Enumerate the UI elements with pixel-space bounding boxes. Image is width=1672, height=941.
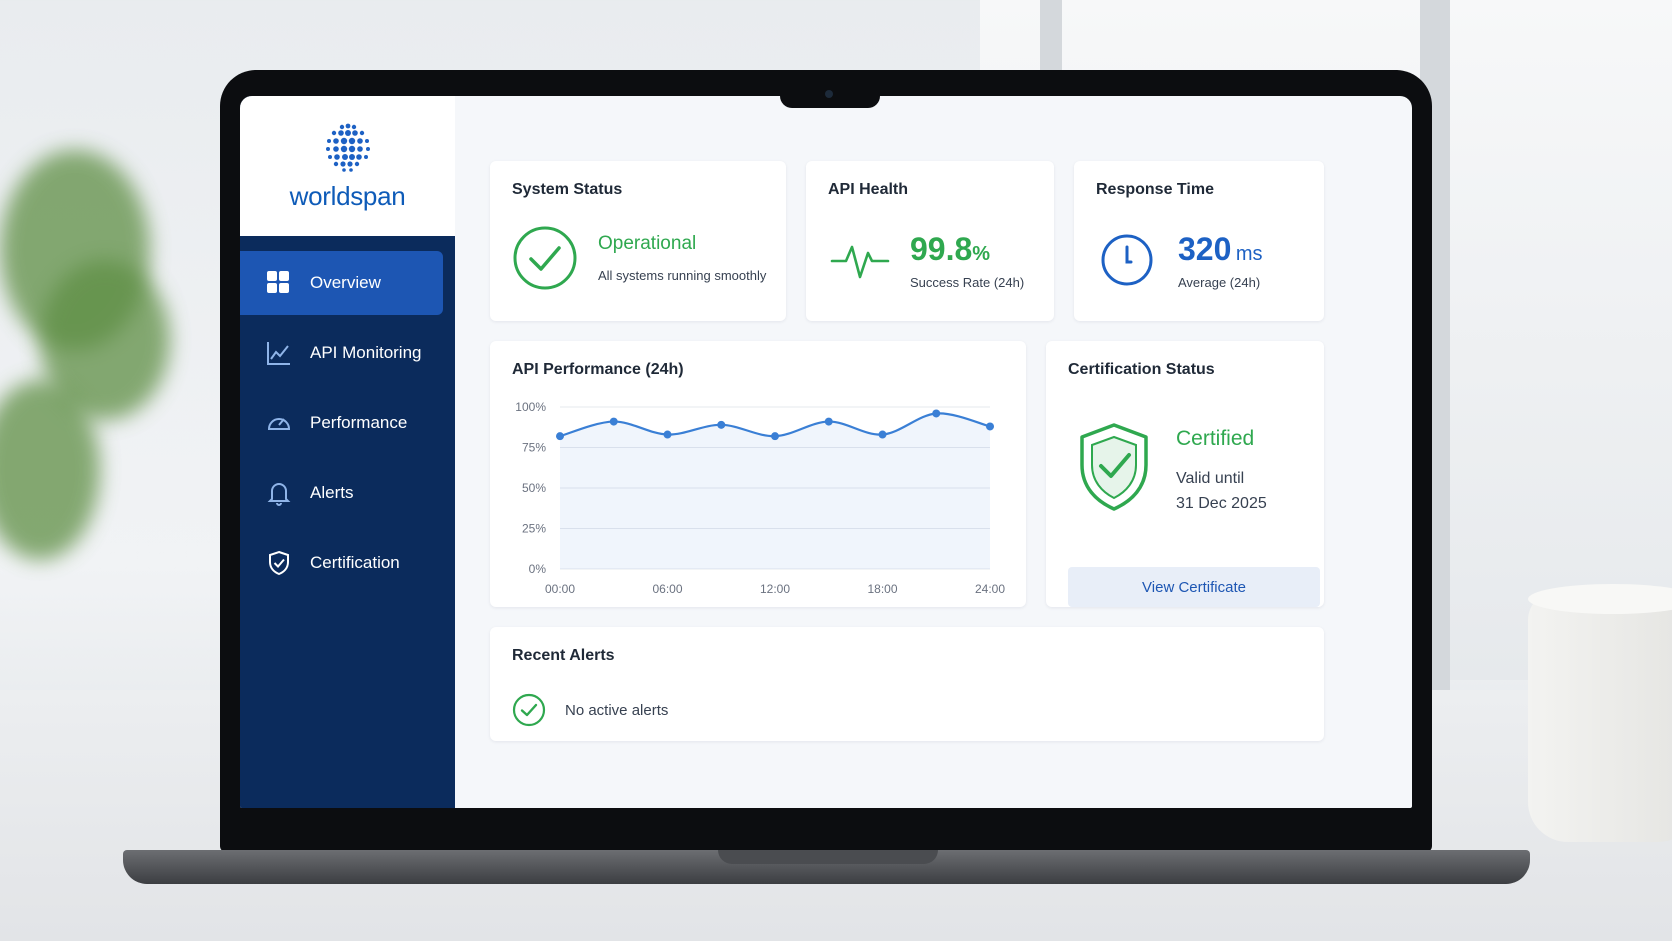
performance-chart: 100% 75% 50% 25% 0% 00:00 06:00 12:00 18:00 24:00 (515, 400, 1005, 596)
brand-logo[interactable]: worldspan (240, 96, 455, 236)
dashboard-screen: worldspan Overview API Monitoring Perfor… (240, 96, 1412, 808)
x-tick-label: 06:00 (652, 582, 682, 596)
card-title: API Health (828, 181, 909, 198)
check-circle-icon (513, 226, 577, 290)
sidebar-item-certification[interactable]: Certification (240, 531, 443, 595)
y-tick-label: 100% (515, 400, 546, 414)
system-status-card: System Status Operational All systems ru… (490, 161, 786, 321)
y-tick-label: 75% (522, 441, 546, 455)
y-tick-label: 50% (522, 481, 546, 495)
x-tick-label: 24:00 (975, 582, 1005, 596)
cert-valid-date: 31 Dec 2025 (1176, 495, 1267, 512)
sidebar-item-label: Performance (310, 413, 408, 432)
card-title: Recent Alerts (512, 647, 615, 664)
data-point (824, 417, 833, 426)
data-point (717, 420, 726, 429)
globe-icon (325, 123, 370, 172)
data-point (878, 430, 887, 439)
data-point (771, 432, 779, 441)
data-point (932, 409, 941, 418)
laptop-hinge (718, 850, 938, 864)
coffee-cup (1528, 592, 1672, 842)
response-time-card: Response Time 320 ms Average (24h) (1074, 161, 1324, 321)
pulse-icon (830, 245, 890, 279)
card-title: Response Time (1096, 181, 1214, 198)
view-certificate-button[interactable]: View Certificate (1068, 567, 1320, 607)
camera-icon (825, 90, 833, 98)
sidebar-nav: Overview API Monitoring Performance Aler… (240, 251, 455, 601)
card-title: System Status (512, 181, 623, 198)
x-tick-label: 18:00 (867, 582, 897, 596)
shield-check-icon (266, 550, 292, 576)
grid-icon (266, 270, 292, 296)
alert-message: No active alerts (565, 702, 669, 719)
sidebar: worldspan Overview API Monitoring Perfor… (240, 96, 455, 808)
brand-name: worldspan (289, 180, 406, 211)
check-circle-icon (512, 693, 546, 727)
card-title: Certification Status (1068, 361, 1215, 378)
performance-chart-card: API Performance (24h) 100% 75% 50% 25% 0% 00:… (490, 341, 1026, 607)
sidebar-item-label: Overview (310, 273, 381, 292)
certification-card: Certification Status Certified Valid unt… (1046, 341, 1324, 607)
sidebar-item-label: Alerts (310, 483, 354, 502)
cert-valid-label: Valid until (1176, 470, 1245, 487)
x-tick-label: 00:00 (545, 582, 575, 596)
y-tick-label: 25% (522, 522, 546, 536)
response-label: Average (24h) (1178, 275, 1261, 290)
data-point (986, 422, 994, 431)
gauge-icon (266, 410, 292, 436)
api-health-card: API Health 99.8% Success Rate (24h) (806, 161, 1054, 321)
cert-status: Certified (1176, 427, 1255, 450)
clock-icon (1101, 234, 1153, 286)
status-text: Operational (598, 233, 697, 254)
sidebar-item-alerts[interactable]: Alerts (240, 461, 443, 525)
data-point (663, 430, 672, 439)
sidebar-item-label: Certification (310, 553, 400, 572)
bell-icon (266, 480, 292, 506)
line-chart-icon (266, 340, 292, 366)
sidebar-item-api-monitoring[interactable]: API Monitoring (240, 321, 443, 385)
shield-check-icon (1080, 423, 1148, 511)
health-value: 99.8% (910, 231, 991, 267)
sidebar-item-performance[interactable]: Performance (240, 391, 443, 455)
recent-alerts-card: Recent Alerts No active alerts (490, 627, 1324, 741)
status-detail: All systems running smoothly (598, 268, 767, 283)
data-point (556, 432, 564, 441)
y-tick-label: 0% (529, 562, 547, 576)
data-point (609, 417, 618, 426)
sidebar-item-overview[interactable]: Overview (240, 251, 443, 315)
sidebar-item-label: API Monitoring (310, 343, 422, 362)
health-label: Success Rate (24h) (910, 275, 1025, 290)
response-value: 320 ms (1178, 231, 1263, 267)
x-tick-label: 12:00 (760, 582, 790, 596)
